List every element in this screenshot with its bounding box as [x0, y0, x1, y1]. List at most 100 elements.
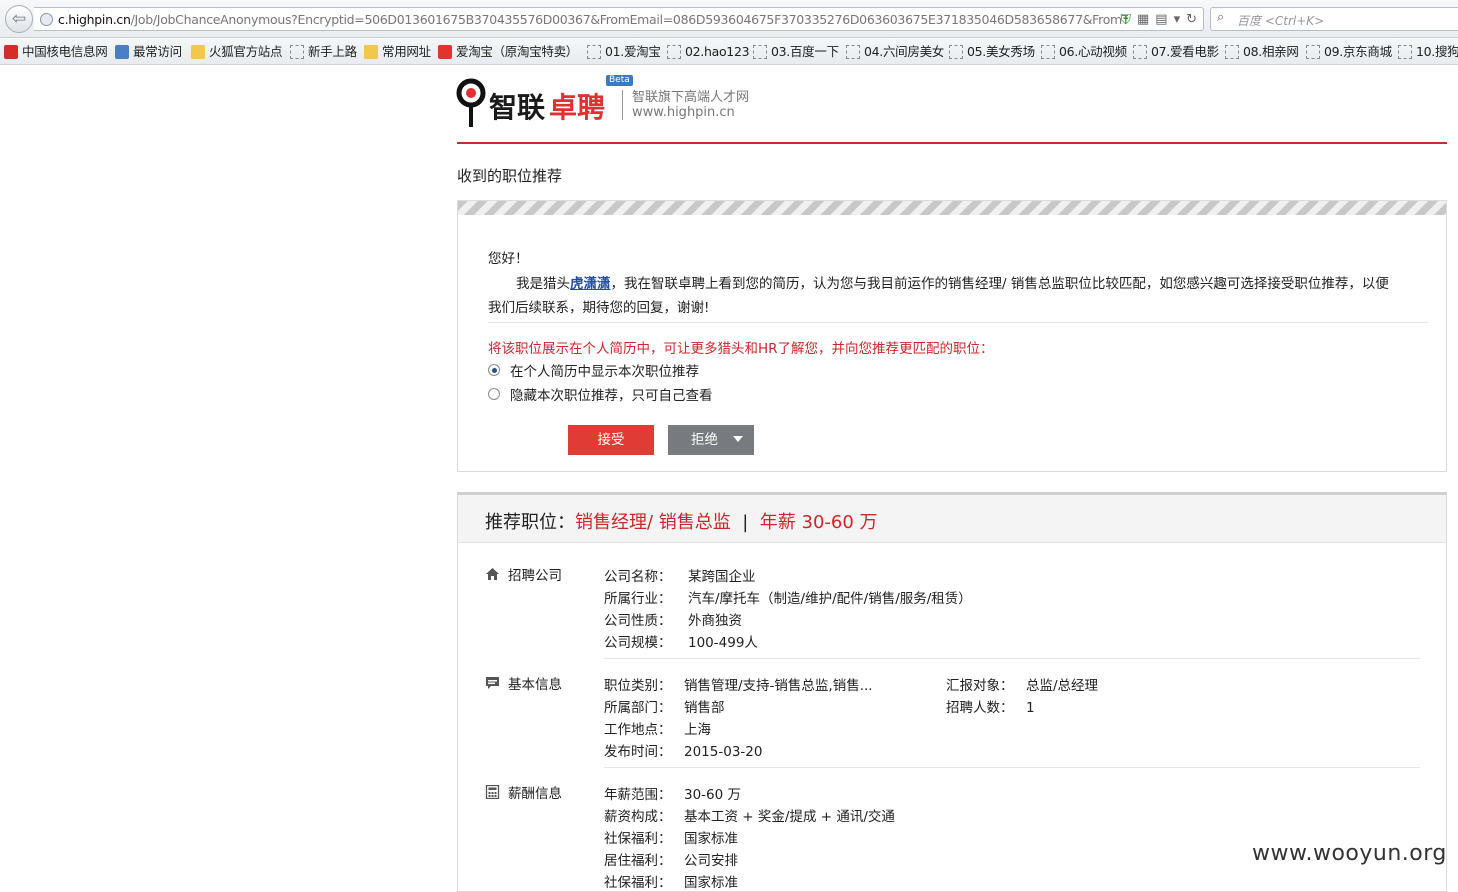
headhunter-name-link[interactable]: 虎潇潇 [570, 276, 611, 292]
bookmark-blank-icon [753, 45, 767, 59]
bookmark-item[interactable]: 08.相亲网 [1225, 43, 1299, 61]
info-row: 社保福利： 国家标准 [604, 871, 738, 891]
logo-domain: www.highpin.cn [632, 105, 735, 120]
info-row: 社保福利： 国家标准 [604, 827, 738, 847]
dropdown-arrow-icon[interactable]: ▾ [1174, 11, 1181, 29]
info-value: 100-499人 [688, 635, 758, 651]
qr-code-icon[interactable]: ▦ [1137, 11, 1149, 29]
search-placeholder: 百度 <Ctrl+K> [1237, 14, 1325, 28]
address-bar[interactable]: c.highpin.cn/Job/JobChanceAnonymous?Encr… [34, 7, 1204, 31]
search-bar[interactable]: ⌕ 百度 <Ctrl+K> [1210, 7, 1458, 31]
info-value: 销售管理/支持-销售总监,销售... [684, 678, 873, 694]
reload-icon[interactable]: ↻ [1186, 11, 1197, 29]
bookmark-item[interactable]: 新手上路 [290, 43, 357, 61]
info-value: 某跨国企业 [688, 569, 756, 585]
info-value: 基本工资 + 奖金/提成 + 通讯/交通 [684, 809, 895, 825]
job-heading-label: 推荐职位： [485, 512, 575, 533]
section-company-title: 招聘公司 [508, 568, 562, 584]
shield-icon[interactable]: ⛨ [1120, 11, 1131, 29]
accept-button[interactable]: 接受 [568, 425, 654, 455]
bookmark-item[interactable]: 06.心动视频 [1041, 43, 1127, 61]
job-title: 销售经理/ 销售总监 [575, 512, 731, 533]
bookmark-item[interactable]: 常用网址 [364, 43, 431, 61]
info-key: 薪资构成： [604, 809, 672, 825]
message-paragraph: 我是猎头虎潇潇，我在智联卓聘上看到您的简历，认为您与我目前运作的销售经理/ 销售… [516, 272, 1389, 292]
message-intro: 我是猎头 [516, 276, 570, 292]
info-key: 所属行业： [604, 591, 672, 607]
watermark-text: www.wooyun.org [1252, 841, 1447, 866]
search-icon: ⌕ [1217, 10, 1225, 25]
bookmark-label: 02.hao123 [685, 44, 750, 59]
bookmark-label: 06.心动视频 [1059, 44, 1127, 59]
speech-bubble-icon [486, 677, 499, 689]
bookmark-blank-icon [587, 45, 601, 59]
bookmark-item[interactable]: 03.百度一下 [753, 43, 839, 61]
bookmark-blank-icon [1133, 45, 1147, 59]
info-key: 年薪范围： [604, 787, 672, 803]
bookmark-item[interactable]: 中国核电信息网 [4, 43, 108, 61]
info-value: 国家标准 [684, 831, 738, 847]
message-paragraph-end: 我们后续联系，期待您的回复，谢谢! [488, 300, 710, 316]
site-logo[interactable]: 智联 卓聘 Beta 智联旗下高端人才网 www.highpin.cn [455, 75, 775, 134]
info-key: 职位类别： [604, 678, 672, 694]
bookmark-label: 08.相亲网 [1243, 44, 1299, 59]
section-divider [604, 658, 1420, 659]
reader-view-icon[interactable]: ▤ [1155, 11, 1167, 29]
page-title: 收到的职位推荐 [457, 167, 563, 185]
section-basic-info-title: 基本信息 [508, 677, 562, 693]
bookmark-item[interactable]: 02.hao123 [667, 43, 750, 61]
back-button[interactable]: ⇦ [5, 5, 33, 33]
info-value: 销售部 [684, 700, 725, 716]
section-compensation: 薪酬信息 [485, 782, 562, 802]
bookmark-blank-icon [667, 45, 681, 59]
bookmark-item[interactable]: 04.六间房美女 [846, 43, 944, 61]
hide-recommendation-radio[interactable] [488, 388, 500, 400]
logo-divider [622, 90, 623, 120]
hide-recommendation-option[interactable]: 隐藏本次职位推荐，只可自己查看 [488, 385, 713, 404]
info-value: 国家标准 [684, 875, 738, 891]
bookmark-item[interactable]: 爱淘宝（原淘宝特卖） [438, 43, 578, 61]
info-row: 公司规模： 100-499人 [604, 631, 758, 651]
url-text[interactable]: c.highpin.cn/Job/JobChanceAnonymous?Encr… [58, 11, 1128, 29]
bookmark-label: 10.搜狗 [1416, 44, 1458, 59]
bookmark-item[interactable]: 01.爱淘宝 [587, 43, 661, 61]
info-key: 居住福利： [604, 853, 672, 869]
bookmark-blank-icon [290, 45, 304, 59]
bookmark-item[interactable]: 05.美女秀场 [949, 43, 1035, 61]
bookmark-item[interactable]: 最常访问 [115, 43, 182, 61]
bookmark-red-icon [4, 45, 18, 59]
bookmark-label: 05.美女秀场 [967, 44, 1035, 59]
info-key: 社保福利： [604, 875, 672, 891]
bookmark-blank-icon [1398, 45, 1412, 59]
bookmark-item[interactable]: 火狐官方站点 [191, 43, 283, 61]
bookmark-item[interactable]: 10.搜狗 [1398, 43, 1458, 61]
logo-slogan: 智联旗下高端人才网 [632, 90, 750, 105]
info-row: 汇报对象： 总监/总经理 [946, 674, 1098, 694]
greeting-text: 您好！ [488, 251, 529, 267]
info-value: 外商独资 [688, 613, 742, 629]
info-value: 2015-03-20 [684, 744, 763, 760]
bookmark-blank-icon [1225, 45, 1239, 59]
show-in-resume-option[interactable]: 在个人简历中显示本次职位推荐 [488, 361, 699, 380]
message-divider [488, 322, 1428, 323]
section-compensation-title: 薪酬信息 [508, 786, 562, 802]
bookmark-label: 03.百度一下 [771, 44, 839, 59]
bookmarks-toolbar: 中国核电信息网 最常访问 火狐官方站点 新手上路 常用网址 爱淘宝（原淘宝特卖） 01.爱淘… [0, 39, 1458, 65]
site-identity-icon[interactable] [40, 13, 53, 26]
info-row: 年薪范围： 30-60 万 [604, 783, 741, 803]
show-in-resume-radio[interactable] [488, 364, 500, 376]
header-divider [457, 142, 1447, 144]
heading-separator: | [742, 512, 749, 533]
beta-badge: Beta [606, 75, 633, 86]
bookmark-item[interactable]: 07.爱看电影 [1133, 43, 1219, 61]
info-value: 1 [1026, 700, 1035, 716]
info-value: 30-60 万 [684, 787, 742, 803]
info-row: 发布时间： 2015-03-20 [604, 740, 762, 760]
bookmark-item[interactable]: 09.京东商城 [1306, 43, 1392, 61]
reject-button[interactable]: 拒绝 [668, 425, 754, 455]
bookmark-blank-icon [949, 45, 963, 59]
info-key: 工作地点： [604, 722, 672, 738]
info-key: 社保福利： [604, 831, 672, 847]
info-key: 公司名称： [604, 569, 672, 585]
bookmark-blue-icon [115, 45, 129, 59]
